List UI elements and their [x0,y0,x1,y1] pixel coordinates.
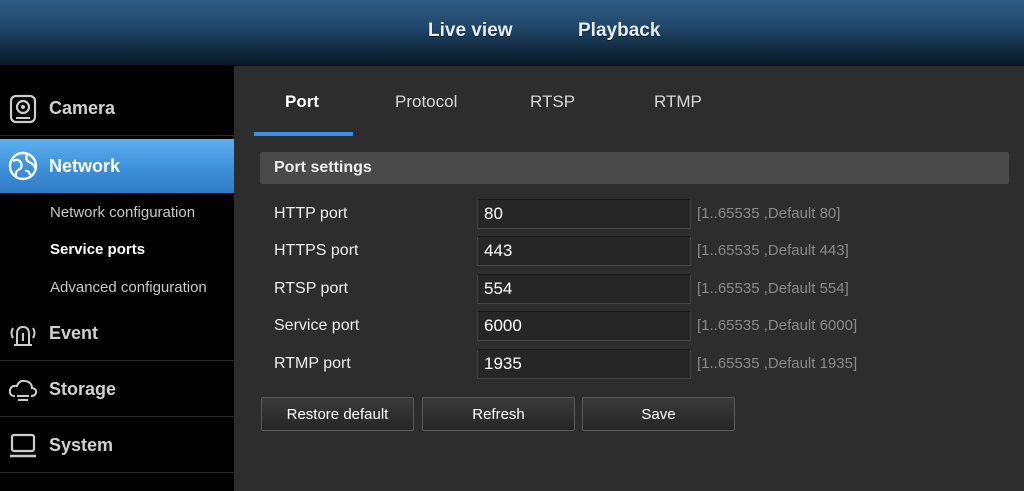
sidebar-item-label: System [49,435,114,455]
field-hint: [1..65535 ,Default 443] [697,242,849,259]
field-label: RTMP port [274,355,351,372]
tab-protocol[interactable]: Protocol [395,92,457,112]
sidebar-item-label: Network [49,155,121,176]
active-tab-indicator [254,132,353,136]
rtsp-port-input[interactable] [477,274,691,304]
cloud-storage-icon [6,373,40,407]
sidebar-item-camera[interactable]: Camera [0,82,234,136]
tab-rtmp[interactable]: RTMP [654,92,702,112]
sidebar-subitem-service-ports[interactable]: Service ports [50,241,145,258]
sidebar-item-storage[interactable]: Storage [0,363,234,417]
tab-port[interactable]: Port [285,92,319,112]
refresh-button[interactable]: Refresh [422,397,575,431]
field-label: Service port [274,317,360,334]
nav-playback[interactable]: Playback [578,20,660,42]
sidebar-subitem-advanced-configuration[interactable]: Advanced configuration [50,279,207,296]
restore-default-button[interactable]: Restore default [261,397,414,431]
tab-rtsp[interactable]: RTSP [530,92,575,112]
field-hint: [1..65535 ,Default 6000] [697,317,858,334]
monitor-icon [6,429,40,463]
sidebar-item-system[interactable]: System [0,419,234,473]
save-button[interactable]: Save [582,397,735,431]
camera-icon [6,92,40,126]
port-row-rtsp: RTSP port [1..65535 ,Default 554] [274,274,994,304]
tab-bar: Port Protocol RTSP RTMP [234,66,1024,136]
sidebar-item-label: Camera [49,98,116,118]
http-port-input[interactable] [477,199,691,229]
field-hint: [1..65535 ,Default 554] [697,280,849,297]
https-port-input[interactable] [477,236,691,266]
alarm-icon [6,317,40,351]
sidebar-item-label: Event [49,323,99,343]
field-hint: [1..65535 ,Default 1935] [697,355,858,372]
field-label: RTSP port [274,280,349,297]
panel-title: Port settings [260,152,1009,184]
service-port-input[interactable] [477,311,691,341]
port-row-https: HTTPS port [1..65535 ,Default 443] [274,236,994,266]
sidebar: Camera Network Network configuration Ser… [0,66,246,491]
sidebar-item-label: Storage [49,379,117,399]
top-header-bar: Live view Playback [0,0,1024,66]
nav-live-view[interactable]: Live view [428,20,513,42]
network-globe-icon [6,149,40,183]
port-row-rtmp: RTMP port [1..65535 ,Default 1935] [274,349,994,379]
main-content: Port Protocol RTSP RTMP Port settings HT… [234,66,1024,491]
sidebar-item-event[interactable]: Event [0,307,234,361]
sidebar-item-network[interactable]: Network [0,139,246,193]
port-row-http: HTTP port [1..65535 ,Default 80] [274,199,994,229]
rtmp-port-input[interactable] [477,349,691,379]
field-hint: [1..65535 ,Default 80] [697,205,841,222]
port-row-service: Service port [1..65535 ,Default 6000] [274,311,994,341]
sidebar-subitem-network-configuration[interactable]: Network configuration [50,204,195,221]
field-label: HTTP port [274,205,348,222]
field-label: HTTPS port [274,242,359,259]
